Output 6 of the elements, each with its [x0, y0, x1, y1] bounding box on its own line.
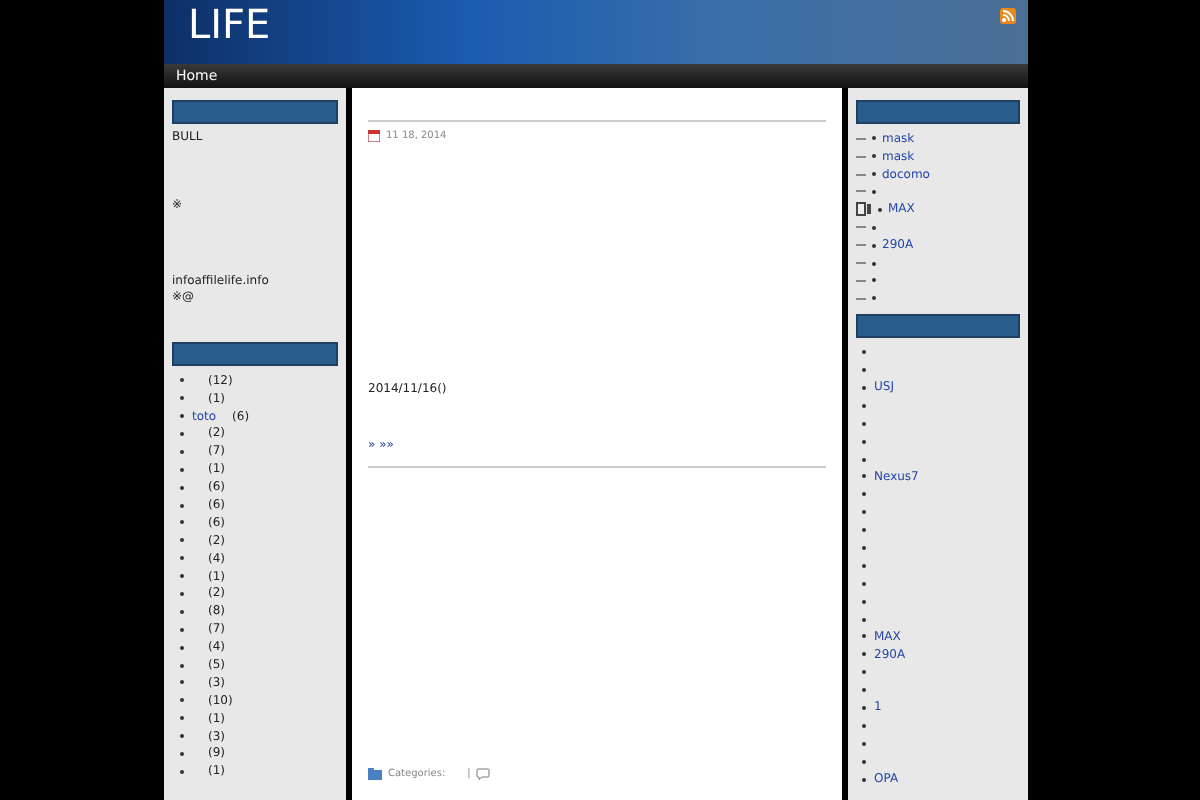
comment-icon[interactable] — [476, 768, 491, 780]
phone-icon — [856, 202, 872, 217]
folder-icon — [368, 768, 382, 780]
calendar-icon — [368, 129, 380, 142]
site-title[interactable]: LIFE — [188, 0, 271, 48]
rss-icon[interactable] — [1000, 8, 1016, 24]
